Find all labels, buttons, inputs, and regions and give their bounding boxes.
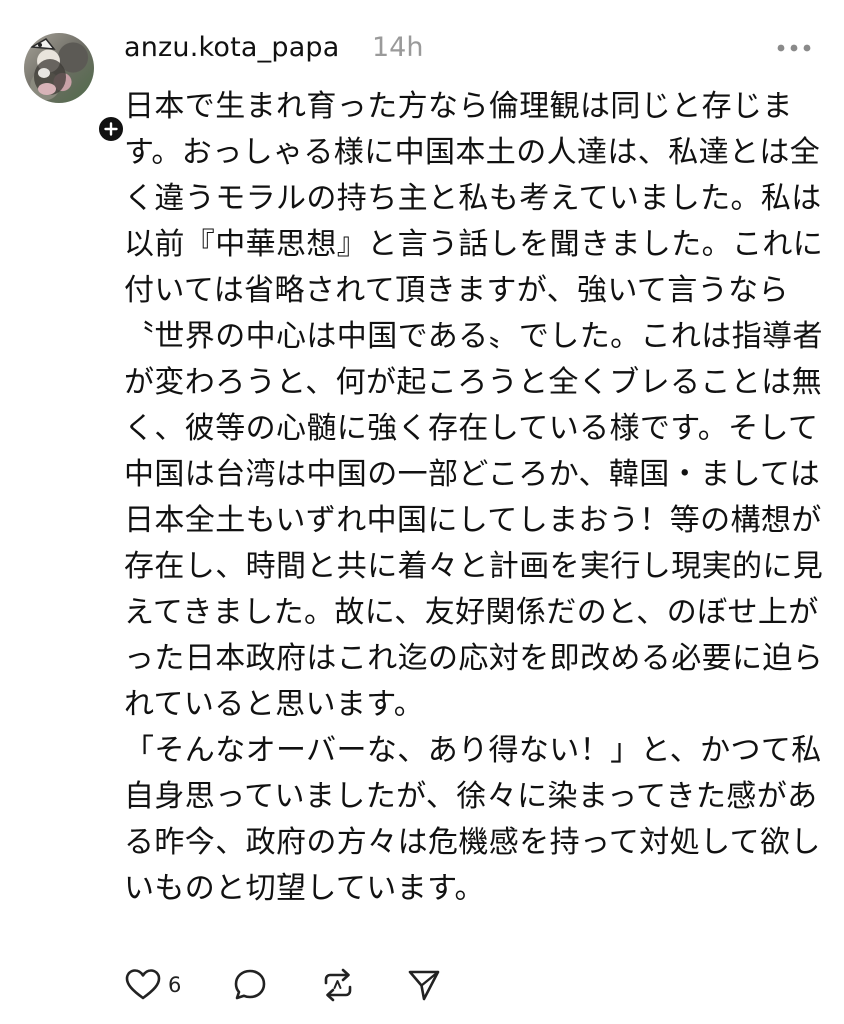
like-count: 6 (168, 973, 182, 997)
comment-button[interactable] (232, 962, 268, 1008)
share-button[interactable] (406, 962, 442, 1008)
username[interactable]: anzu.kota_papa (124, 30, 340, 66)
like-button[interactable]: 6 (124, 962, 181, 1008)
more-options-button[interactable] (772, 32, 816, 64)
speech-bubble-icon (234, 969, 266, 1000)
heart-outline-icon (125, 969, 161, 1000)
thread-post: anzu.kota_papa 14h 日本で生まれ育った方なら倫理観は同じと存じ… (0, 0, 844, 1024)
avatar-container[interactable] (24, 33, 126, 144)
paper-plane-icon (408, 970, 440, 1001)
timestamp: 14h (372, 32, 424, 63)
follow-button[interactable] (96, 114, 126, 144)
more-horizontal-icon (777, 44, 811, 52)
avatar[interactable] (24, 33, 94, 103)
avatar-image (29, 38, 66, 95)
plus-icon (104, 122, 118, 136)
post-text: 日本で生まれ育った方なら倫理観は同じと存じます。おっしゃる様に中国本土の人達は、… (124, 89, 824, 906)
repost-arrows-icon (324, 968, 352, 1002)
repost-button[interactable] (320, 962, 356, 1008)
